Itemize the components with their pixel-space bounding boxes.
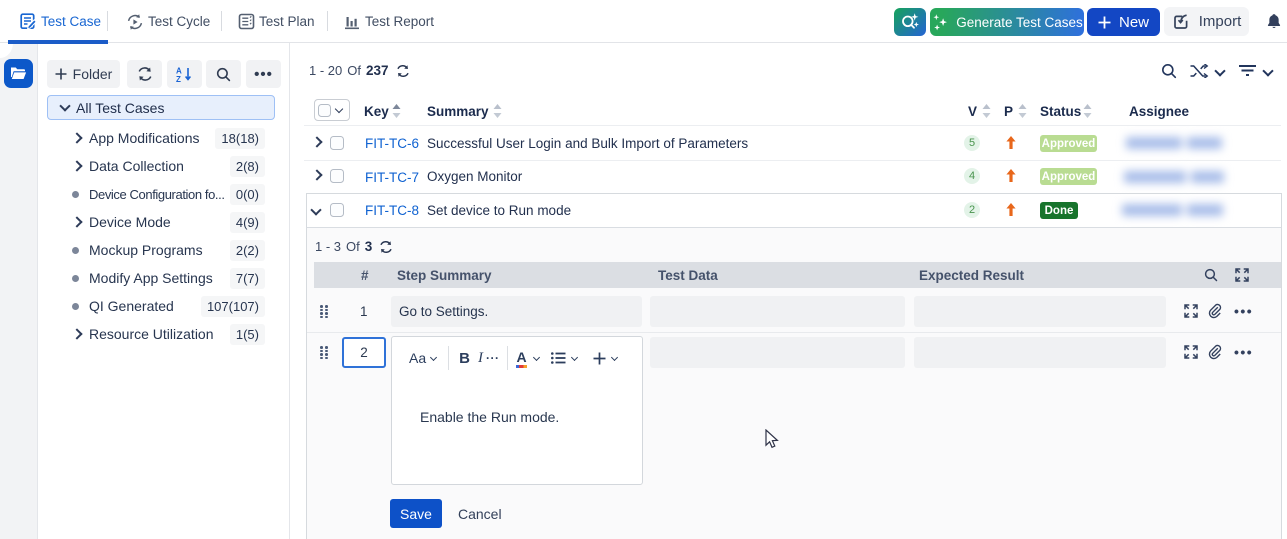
svg-text:Z: Z — [176, 75, 181, 83]
